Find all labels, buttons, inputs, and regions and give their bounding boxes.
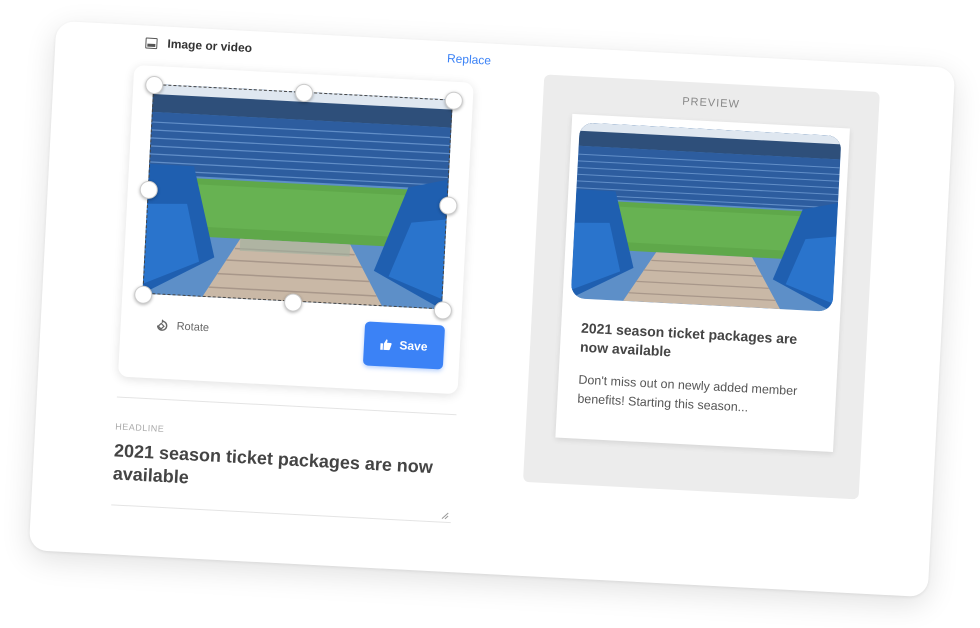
image-icon [145,37,158,49]
headline-input[interactable]: 2021 season ticket packages are now avai… [112,439,454,503]
replace-link[interactable]: Replace [447,51,492,67]
editor-card: Image or video Replace Rotate Save HEADL… [28,20,956,598]
rotate-label: Rotate [176,320,210,335]
thumbs-up-icon [380,339,393,351]
preview-label: PREVIEW [681,95,741,111]
stadium-photo [142,83,453,310]
headline-label: HEADLINE [115,421,165,435]
crop-handle-right[interactable] [438,196,458,216]
section-divider [116,396,457,416]
rotate-icon [156,319,168,331]
save-label: Save [399,338,428,354]
headline-underline [111,504,451,524]
preview-panel: PREVIEW 2021 season ticket packages are … [522,74,880,500]
crop-handle-top-right[interactable] [444,91,464,111]
media-label-text: Image or video [167,36,253,56]
crop-handle-bottom-left[interactable] [133,285,153,305]
preview-card: 2021 season ticket packages are now avai… [555,113,850,453]
media-section-label: Image or video [145,36,253,56]
preview-photo [570,122,842,312]
crop-handle-bottom-right[interactable] [433,300,453,320]
save-button[interactable]: Save [362,321,446,370]
preview-title: 2021 season ticket packages are now avai… [579,319,798,360]
crop-handle-bottom[interactable] [283,293,303,313]
rotate-button[interactable]: Rotate [154,318,209,335]
image-crop-editor: Rotate Save [117,64,474,395]
resize-grip-icon[interactable] [441,512,449,520]
preview-body: Don't miss out on newly added member ben… [577,372,798,415]
